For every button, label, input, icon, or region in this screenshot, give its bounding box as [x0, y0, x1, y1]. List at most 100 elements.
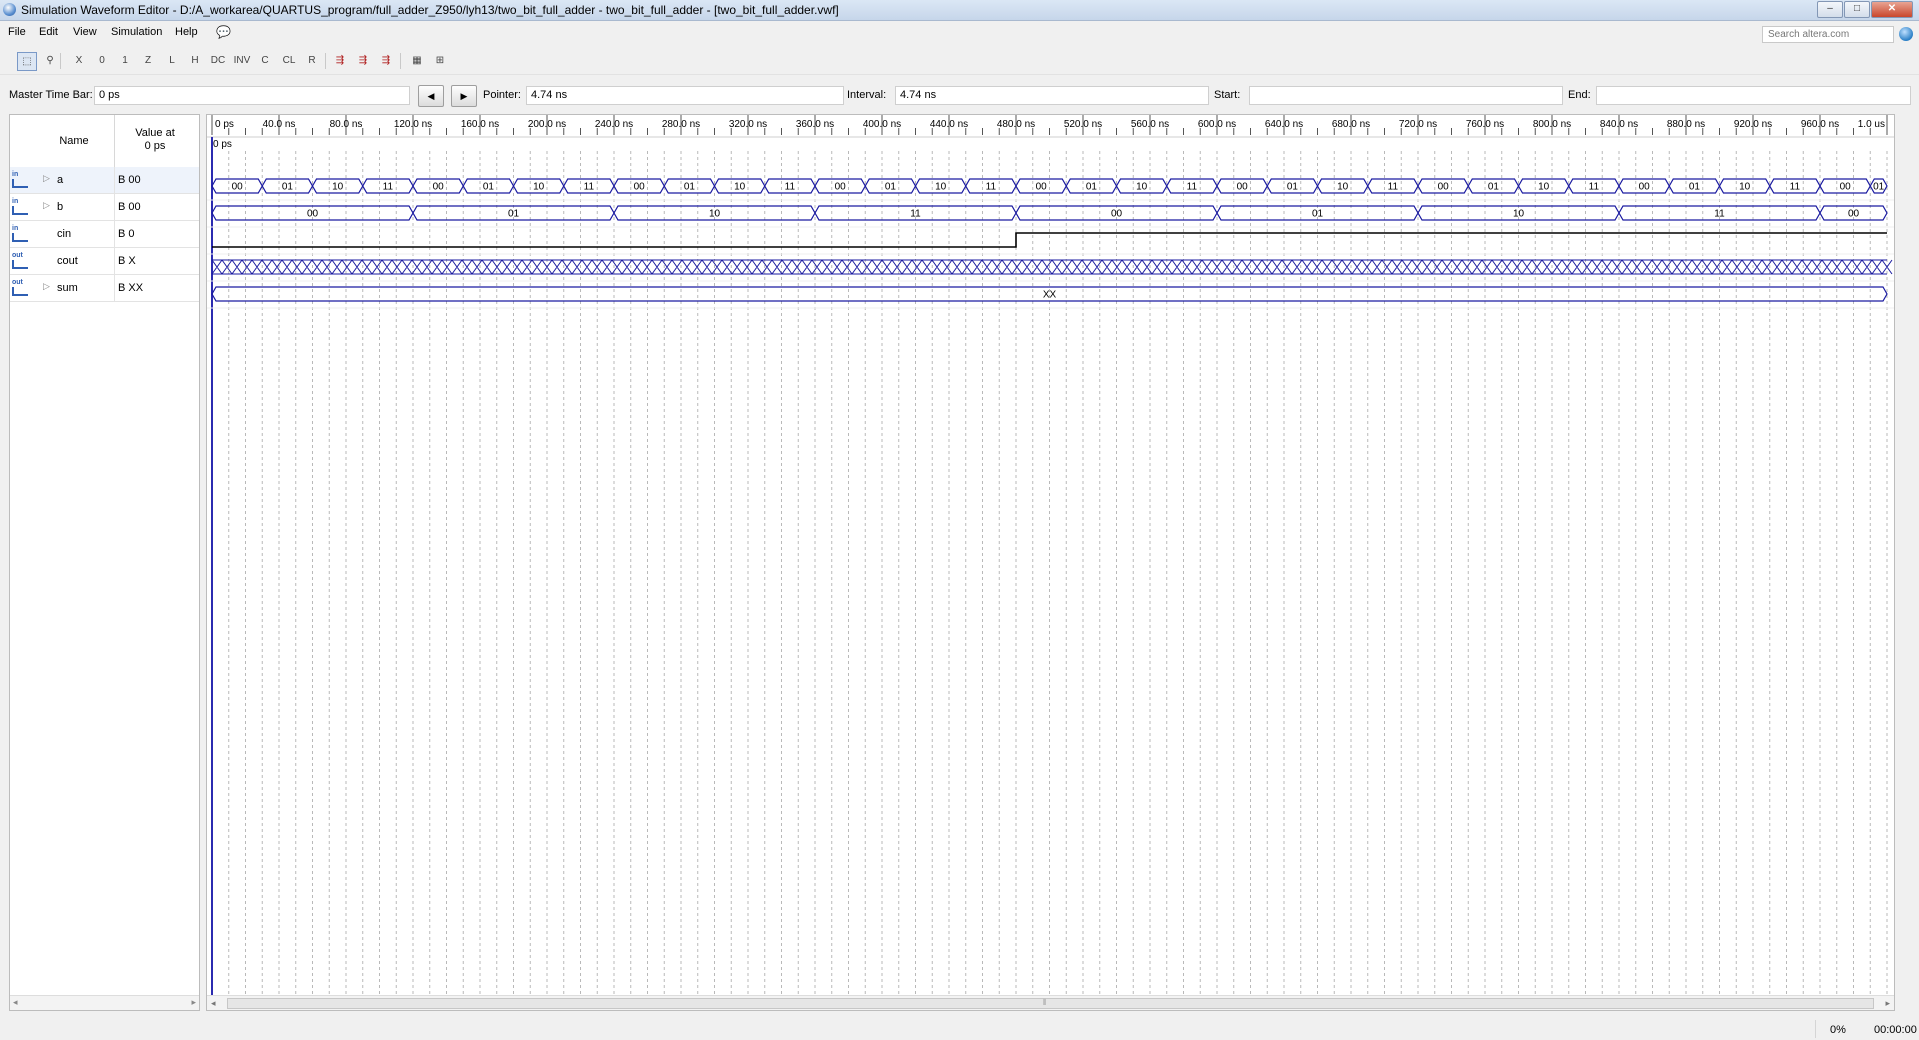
output-bus-icon: out: [12, 279, 32, 296]
sort-icon[interactable]: ⊞: [431, 52, 449, 69]
time-info-bar: Master Time Bar: 0 ps ◀ ▶ Pointer: 4.74 …: [0, 84, 1919, 107]
expand-arrow-icon[interactable]: ▷: [43, 173, 50, 184]
weak-high-icon[interactable]: H: [186, 52, 204, 69]
help-balloon-icon[interactable]: 💬: [216, 25, 231, 39]
column-divider: [114, 275, 115, 301]
waveform-horizontal-scrollbar[interactable]: ◂ ⦀ ▸: [207, 995, 1894, 1010]
menu-view[interactable]: View: [73, 26, 97, 38]
close-button[interactable]: ✕: [1871, 1, 1913, 18]
weak-low-icon[interactable]: L: [163, 52, 181, 69]
scroll-right-icon[interactable]: ▸: [1885, 996, 1890, 1010]
column-divider[interactable]: [114, 115, 115, 167]
bus-value-label: 01: [684, 182, 696, 193]
menu-help[interactable]: Help: [175, 26, 198, 38]
signal-name: sum: [57, 282, 78, 294]
bus-value-label: 10: [533, 182, 545, 193]
menu-edit[interactable]: Edit: [39, 26, 58, 38]
bus-value-label: 00: [1237, 182, 1249, 193]
bus-value-label: 01: [1873, 182, 1885, 193]
ruler-label: 40.0 ns: [263, 119, 296, 130]
ruler-label: 880.0 ns: [1667, 119, 1705, 130]
globe-icon[interactable]: [1899, 27, 1913, 41]
bus-value-label: 10: [1739, 182, 1751, 193]
bus-value-label: 10: [1337, 182, 1349, 193]
bus-value-label: 10: [1513, 209, 1525, 220]
status-divider: [1815, 1020, 1816, 1038]
signal-row-cin[interactable]: in cin B 0: [10, 221, 199, 248]
bus-value-label: 00: [1438, 182, 1450, 193]
generate-netlist-icon[interactable]: ⇶: [377, 52, 395, 69]
unknown-value-icon[interactable]: X: [70, 52, 88, 69]
ruler-label: 440.0 ns: [930, 119, 968, 130]
scrollbar-grip-icon: ⦀: [1043, 998, 1047, 1007]
bus-value-label: 00: [1840, 182, 1852, 193]
snap-to-grid-icon[interactable]: ▦: [408, 52, 426, 69]
ruler-label: 200.0 ns: [528, 119, 566, 130]
bus-value-label: 01: [1312, 209, 1324, 220]
zoom-tool-icon[interactable]: ⚲: [41, 52, 59, 69]
run-functional-icon[interactable]: ⇶: [331, 52, 349, 69]
toolbar-separator: [60, 53, 61, 69]
menu-file[interactable]: File: [8, 26, 26, 38]
signal-name: a: [57, 174, 64, 186]
input-pin-icon: in: [12, 225, 32, 242]
signal-row-cout[interactable]: out cout B X: [10, 248, 199, 275]
signal-row-a[interactable]: in ▷ a B 00: [10, 167, 199, 194]
invert-icon[interactable]: INV: [233, 52, 251, 69]
signal-row-b[interactable]: in ▷ b B 00: [10, 194, 199, 221]
next-transition-button[interactable]: ▶: [451, 85, 477, 107]
scroll-left-icon[interactable]: ◂: [13, 997, 18, 1008]
elapsed-time: 00:00:00: [1874, 1024, 1917, 1036]
toolbar-separator: [400, 53, 401, 69]
value-column-header[interactable]: Value at 0 ps: [116, 127, 194, 153]
overwrite-clock-icon[interactable]: CL: [280, 52, 298, 69]
ruler-label: 120.0 ns: [394, 119, 432, 130]
scroll-right-icon[interactable]: ▸: [191, 997, 196, 1008]
search-input[interactable]: Search altera.com: [1762, 26, 1894, 43]
bus-value-label: XX: [1043, 290, 1057, 301]
column-divider: [114, 248, 115, 274]
minimize-button[interactable]: –: [1817, 1, 1843, 18]
select-tool-icon[interactable]: ⬚: [17, 52, 37, 71]
bus-value-label: 01: [1488, 182, 1500, 193]
signal-type-label: in: [12, 225, 19, 232]
ruler-label: 240.0 ns: [595, 119, 633, 130]
bus-value-label: 01: [885, 182, 897, 193]
toolbar-separator: [325, 53, 326, 69]
count-value-icon[interactable]: C: [256, 52, 274, 69]
bus-value-label: 01: [282, 182, 294, 193]
force-low-icon[interactable]: 0: [93, 52, 111, 69]
pointer-field: 4.74 ns: [526, 86, 844, 105]
waveform-cout[interactable]: [211, 259, 1893, 275]
maximize-button[interactable]: □: [1844, 1, 1870, 18]
bus-value-label: 11: [1714, 209, 1725, 220]
bus-value-label: 00: [433, 182, 445, 193]
signal-list-scrollbar[interactable]: ◂ ▸: [10, 995, 199, 1010]
title-bar: Simulation Waveform Editor - D:/A_workar…: [0, 0, 1919, 21]
dont-care-icon[interactable]: DC: [209, 52, 227, 69]
scrollbar-thumb[interactable]: [227, 998, 1874, 1009]
waveform-canvas[interactable]: 0 ps 40.0 ns 80.0 ns 120.0 ns 160.0 ns 200.0 …: [207, 115, 1894, 995]
bus-value-label: 10: [935, 182, 947, 193]
expand-arrow-icon[interactable]: ▷: [43, 281, 50, 292]
signal-row-sum[interactable]: out ▷ sum B XX: [10, 275, 199, 302]
status-bar: 0% 00:00:00: [0, 1018, 1919, 1040]
menu-bar: File Edit View Simulation Help 💬: [0, 21, 1919, 43]
random-values-icon[interactable]: R: [303, 52, 321, 69]
run-timing-icon[interactable]: ⇶: [354, 52, 372, 69]
pointer-label: Pointer:: [483, 89, 521, 101]
name-column-header[interactable]: Name: [36, 135, 112, 147]
waveform-pane[interactable]: 0 ps 40.0 ns 80.0 ns 120.0 ns 160.0 ns 200.0 …: [206, 114, 1895, 1011]
scroll-left-icon[interactable]: ◂: [211, 996, 216, 1010]
window-title: Simulation Waveform Editor - D:/A_workar…: [21, 3, 839, 17]
ruler-label: 520.0 ns: [1064, 119, 1102, 130]
toolbar: ⬚ ⚲ X 0 1 Z L H DC INV C CL R ⇶ ⇶ ⇶ ▦ ⊞: [0, 47, 1919, 75]
previous-transition-button[interactable]: ◀: [418, 85, 444, 107]
master-time-bar-field[interactable]: 0 ps: [94, 86, 410, 105]
ruler-label: 720.0 ns: [1399, 119, 1437, 130]
force-high-icon[interactable]: 1: [116, 52, 134, 69]
high-impedance-icon[interactable]: Z: [139, 52, 157, 69]
ruler-label: 680.0 ns: [1332, 119, 1370, 130]
menu-simulation[interactable]: Simulation: [111, 26, 162, 38]
expand-arrow-icon[interactable]: ▷: [43, 200, 50, 211]
